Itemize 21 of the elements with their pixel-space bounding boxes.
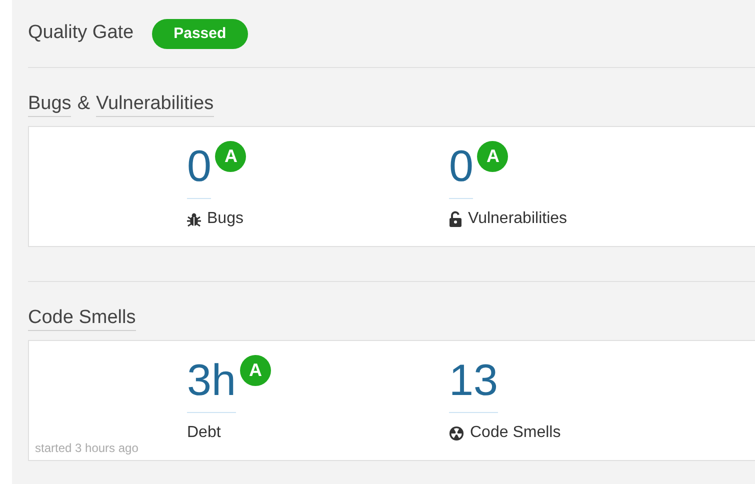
section-link[interactable]: Bugs [28,92,72,117]
measure-label: Code Smells [470,423,561,443]
measure-label: Debt [187,423,221,443]
measure-value[interactable]: 0 [449,139,474,199]
radiation-icon [449,426,464,440]
measure-value[interactable]: 0 [187,139,212,199]
rating-badge: A [477,141,508,172]
rating-badge: A [240,355,271,386]
section-link[interactable]: Vulnerabilities [96,92,214,117]
section-title-text: & [77,92,90,116]
quality-gate-label: Quality Gate [28,21,134,46]
bug-icon [187,212,201,226]
measure-value[interactable]: 13 [449,353,498,413]
measure-label: Vulnerabilities [468,209,568,229]
unlocked-lock-icon [449,211,462,227]
section-link[interactable]: Code Smells [28,306,136,331]
status-badge: Passed [152,18,248,48]
measure-value[interactable]: 3h [187,353,236,413]
analysis-time: started 3 hours ago [35,440,138,457]
measure-label: Bugs [207,209,244,229]
rating-badge: A [215,141,246,172]
